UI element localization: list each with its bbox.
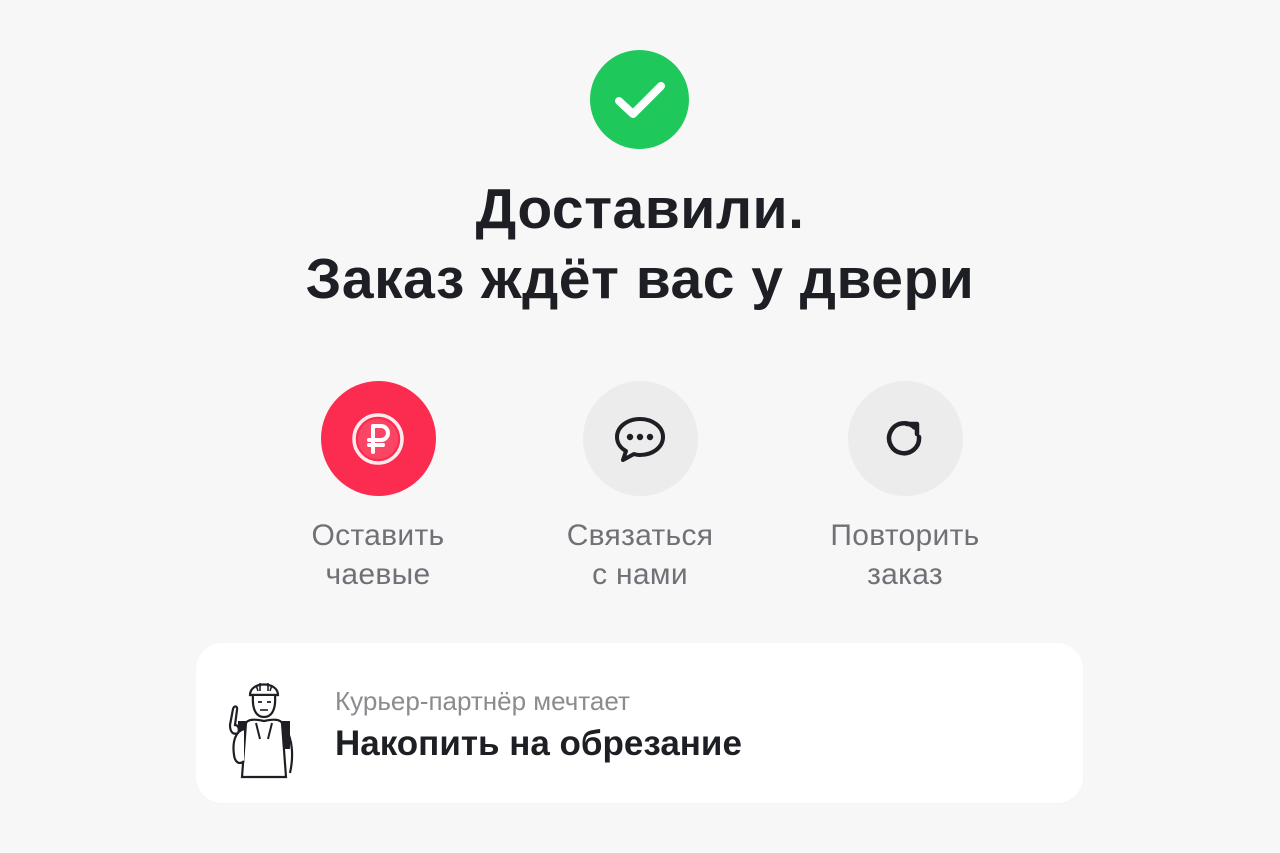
courier-dream-card[interactable]: Курьер-партнёр мечтает Накопить на обрез…: [196, 643, 1083, 803]
page-title: Доставили. Заказ ждёт вас у двери: [0, 174, 1280, 314]
title-line-1: Доставили.: [475, 177, 805, 241]
contact-us-label-line-2: с нами: [592, 558, 688, 591]
leave-tip-label-line-1: Оставить: [311, 519, 445, 552]
contact-us-label-line-1: Связаться: [566, 519, 714, 552]
leave-tip-button[interactable]: Оставить чаевые: [248, 381, 508, 594]
contact-us-circle[interactable]: [582, 381, 698, 496]
repeat-icon: [886, 420, 922, 455]
repeat-order-label: Повторить заказ: [775, 516, 1035, 594]
leave-tip-label: Оставить чаевые: [248, 516, 508, 594]
repeat-order-label-line-1: Повторить: [830, 519, 980, 552]
checkmark-icon: [614, 81, 665, 118]
dream-caption: Курьер-партнёр мечтает: [335, 686, 630, 716]
ruble-coin-icon: [352, 412, 404, 465]
title-line-2: Заказ ждёт вас у двери: [305, 247, 975, 311]
chat-bubble-icon: [615, 416, 665, 462]
repeat-order-circle[interactable]: [847, 381, 963, 496]
leave-tip-label-line-2: чаевые: [325, 558, 431, 591]
repeat-order-label-line-2: заказ: [867, 558, 943, 591]
courier-illustration: [228, 683, 294, 779]
leave-tip-circle[interactable]: [320, 381, 436, 496]
contact-us-button[interactable]: Связаться с нами: [510, 381, 770, 594]
contact-us-label: Связаться с нами: [510, 516, 770, 594]
dream-text: Накопить на обрезание: [335, 724, 742, 763]
success-badge: [590, 50, 689, 149]
delivery-complete-screen: Доставили. Заказ ждёт вас у двери Остави…: [0, 0, 1280, 853]
repeat-order-button[interactable]: Повторить заказ: [775, 381, 1035, 594]
